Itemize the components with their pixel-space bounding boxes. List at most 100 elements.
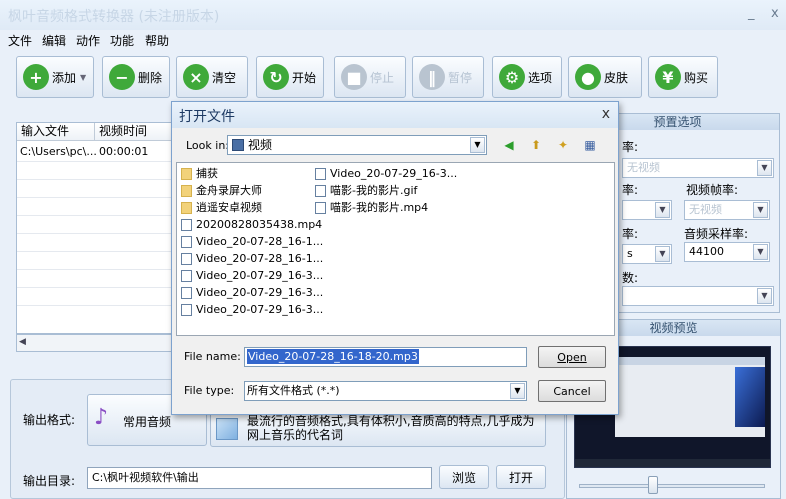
- chevron-down-icon: ▼: [757, 288, 772, 304]
- scroll-left-icon[interactable]: ◀: [19, 337, 26, 347]
- file-list[interactable]: 捕获 金舟录屏大师 逍遥安卓视频 20200828035438.mp4 Vide…: [176, 162, 615, 336]
- video-codec-value: 无视频: [627, 161, 660, 174]
- horizontal-scrollbar[interactable]: ◀: [16, 334, 176, 352]
- file-type-value: 所有文件格式 (*.*): [247, 384, 340, 397]
- list-item-label: 喵影-我的影片.mp4: [330, 201, 429, 214]
- preset-rate-label-2: 率:: [622, 183, 639, 197]
- channels-select[interactable]: ▼: [622, 286, 774, 306]
- cell-time[interactable]: 00:00:01: [99, 145, 148, 158]
- list-item-label: Video_20-07-28_16-1...: [196, 252, 324, 265]
- menu-action[interactable]: 动作: [76, 32, 100, 49]
- cell-file[interactable]: C:\Users\pc\...: [20, 145, 97, 158]
- list-item[interactable]: 金舟录屏大师: [179, 182, 262, 199]
- column-header-video-time[interactable]: 视频时间: [95, 123, 177, 141]
- folder-icon: [181, 185, 192, 197]
- list-item-label: 金舟录屏大师: [196, 184, 262, 197]
- preview-window-bar: [615, 357, 765, 365]
- row-divider: [17, 215, 175, 216]
- list-item[interactable]: Video_20-07-29_16-3...: [179, 284, 323, 301]
- window-title: 枫叶音频格式转换器 (未注册版本): [8, 9, 220, 25]
- preview-slider[interactable]: [579, 484, 765, 488]
- preset-rate-label-3: 率:: [622, 227, 639, 241]
- main-window: 枫叶音频格式转换器 (未注册版本) _ x 文件 编辑 动作 功能 帮助 + 添…: [0, 0, 786, 499]
- options-button[interactable]: ⚙ 选项: [492, 56, 562, 98]
- chevron-down-icon: ▼: [757, 160, 772, 176]
- refresh-icon: ↻: [263, 64, 289, 90]
- start-button[interactable]: ↻ 开始: [256, 56, 324, 98]
- minus-icon: −: [109, 64, 135, 90]
- row-divider: [17, 269, 175, 270]
- slider-thumb[interactable]: [648, 476, 658, 494]
- output-dir-field[interactable]: C:\枫叶视频软件\输出: [87, 467, 432, 489]
- column-header-input-file[interactable]: 输入文件: [17, 123, 95, 141]
- delete-button[interactable]: − 删除: [102, 56, 170, 98]
- list-item[interactable]: 喵影-我的影片.gif: [313, 182, 417, 199]
- list-item[interactable]: 喵影-我的影片.mp4: [313, 199, 428, 216]
- file-name-label: File name:: [184, 350, 241, 363]
- skin-label: 皮肤: [604, 70, 629, 85]
- delete-label: 删除: [138, 70, 163, 85]
- money-icon: ¥: [655, 64, 681, 90]
- back-icon[interactable]: ◀: [500, 136, 518, 154]
- dialog-title: 打开文件: [179, 109, 235, 125]
- look-in-select[interactable]: 视频 ▼: [227, 135, 487, 155]
- dialog-close-button[interactable]: x: [602, 106, 610, 122]
- chevron-down-icon: ▼: [80, 72, 87, 82]
- pause-button[interactable]: ‖ 暂停: [412, 56, 484, 98]
- menu-function[interactable]: 功能: [110, 32, 134, 49]
- list-item[interactable]: Video_20-07-29_16-3...: [179, 267, 323, 284]
- image-file-icon: [315, 185, 326, 197]
- menu-edit[interactable]: 编辑: [42, 32, 66, 49]
- open-folder-button[interactable]: 打开: [496, 465, 546, 489]
- list-item[interactable]: Video_20-07-28_16-1...: [179, 250, 323, 267]
- clear-button[interactable]: × 清空: [176, 56, 248, 98]
- chevron-down-icon: ▼: [753, 244, 768, 260]
- new-folder-icon[interactable]: ✦: [554, 136, 572, 154]
- file-type-select[interactable]: 所有文件格式 (*.*) ▼: [244, 381, 527, 401]
- open-button[interactable]: Open: [538, 346, 606, 368]
- open-file-dialog: 打开文件 x Look in: 视频 ▼ ◀ ⬆ ✦ ▦ 捕获 金舟录屏大师 逍…: [171, 101, 619, 415]
- dialog-title-bar: 打开文件 x: [172, 102, 618, 128]
- list-item-label: Video_20-07-29_16-3...: [196, 286, 324, 299]
- list-item-label: Video_20-07-29_16-3...: [196, 269, 324, 282]
- list-item[interactable]: 逍遥安卓视频: [179, 199, 262, 216]
- list-item-label: 捕获: [196, 167, 218, 180]
- add-button[interactable]: + 添加 ▼: [16, 56, 94, 98]
- file-type-label: File type:: [184, 384, 235, 397]
- list-item[interactable]: 20200828035438.mp4: [179, 216, 322, 233]
- list-item[interactable]: Video_20-07-28_16-1...: [179, 233, 323, 250]
- folder-icon: [181, 202, 192, 214]
- clear-icon: ×: [183, 64, 209, 90]
- list-item[interactable]: Video_20-07-29_16-3...: [313, 165, 457, 182]
- pause-icon: ‖: [419, 64, 445, 90]
- file-name-field[interactable]: Video_20-07-28_16-18-20.mp3: [244, 347, 527, 367]
- file-table[interactable]: 输入文件 视频时间 C:\Users\pc\... 00:00:01: [16, 122, 177, 334]
- minimize-button[interactable]: _: [748, 6, 755, 21]
- browse-button[interactable]: 浏览: [439, 465, 489, 489]
- buy-button[interactable]: ¥ 购买: [648, 56, 718, 98]
- menu-file[interactable]: 文件: [8, 32, 32, 49]
- close-button[interactable]: x: [771, 6, 779, 21]
- audio-bitrate-select[interactable]: s ▼: [622, 244, 672, 264]
- list-item-label: Video_20-07-29_16-3...: [196, 303, 324, 316]
- menu-help[interactable]: 帮助: [145, 32, 169, 49]
- skin-button[interactable]: ● 皮肤: [568, 56, 642, 98]
- audio-rate-select[interactable]: 44100 ▼: [684, 242, 770, 262]
- output-dir-label: 输出目录:: [23, 474, 76, 488]
- cancel-button[interactable]: Cancel: [538, 380, 606, 402]
- list-item[interactable]: Video_20-07-29_16-3...: [179, 301, 323, 318]
- start-label: 开始: [292, 70, 317, 85]
- up-folder-icon[interactable]: ⬆: [527, 136, 545, 154]
- video-rate-select[interactable]: ▼: [622, 200, 672, 220]
- list-item-label: 逍遥安卓视频: [196, 201, 262, 214]
- chevron-down-icon: ▼: [470, 137, 485, 153]
- stop-icon: ■: [341, 64, 367, 90]
- list-item[interactable]: 捕获: [179, 165, 218, 182]
- video-codec-select[interactable]: 无视频 ▼: [622, 158, 774, 178]
- row-divider: [17, 251, 175, 252]
- video-fps-select[interactable]: 无视频 ▼: [684, 200, 770, 220]
- stop-button[interactable]: ■ 停止: [334, 56, 406, 98]
- add-label: 添加: [52, 70, 77, 85]
- view-menu-icon[interactable]: ▦: [581, 136, 599, 154]
- plus-icon: +: [23, 64, 49, 90]
